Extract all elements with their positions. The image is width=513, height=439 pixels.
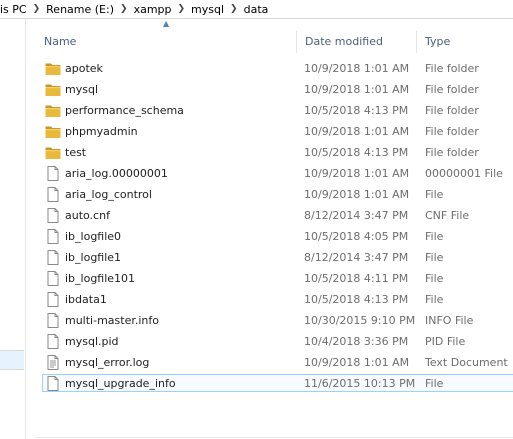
- file-type: File folder: [425, 146, 479, 159]
- navigation-selected-item[interactable]: [0, 350, 24, 370]
- file-date-modified: 10/9/2018 1:01 AM: [304, 83, 410, 96]
- file-date-modified: 10/5/2018 4:05 PM: [304, 230, 409, 243]
- breadcrumb-data[interactable]: data: [241, 3, 272, 16]
- file-date-modified: 10/30/2015 9:10 PM: [304, 314, 416, 327]
- column-header-type[interactable]: Type: [416, 31, 513, 53]
- file-date-modified: 10/5/2018 4:11 PM: [304, 272, 409, 285]
- file-row[interactable]: mysql_error.log 10/9/2018 1:01 AM Text Doc…: [40, 352, 513, 373]
- file-name[interactable]: performance_schema: [65, 100, 184, 121]
- file-name[interactable]: auto.cnf: [65, 205, 110, 226]
- file-date-modified: 11/6/2015 10:13 PM: [304, 377, 416, 390]
- file-row[interactable]: test 10/5/2018 4:13 PM File folder: [40, 142, 513, 163]
- file-type: 00000001 File: [425, 167, 503, 180]
- column-header-name[interactable]: Name: [36, 31, 296, 53]
- file-name[interactable]: multi-master.info: [65, 310, 159, 331]
- file-type: File folder: [425, 83, 479, 96]
- file-type: INFO File: [425, 314, 474, 327]
- breadcrumb-mysql[interactable]: mysql: [188, 3, 227, 16]
- file-date-modified: 10/5/2018 4:13 PM: [304, 293, 409, 306]
- address-bar[interactable]: is PC ❯ Rename (E:) ❯ xampp ❯ mysql ❯ da…: [0, 0, 513, 19]
- file-type: File folder: [425, 62, 479, 75]
- file-icon: [45, 376, 61, 391]
- file-row[interactable]: ib_logfile1 8/12/2014 3:47 PM File: [40, 247, 513, 268]
- file-icon: [45, 250, 61, 265]
- file-name[interactable]: mysql: [65, 79, 98, 100]
- file-row[interactable]: aria_log.00000001 10/9/2018 1:01 AM 000000…: [40, 163, 513, 184]
- file-date-modified: 8/12/2014 3:47 PM: [304, 209, 409, 222]
- file-date-modified: 10/4/2018 3:36 PM: [304, 335, 409, 348]
- navigation-pane[interactable]: [0, 19, 26, 439]
- file-type: Text Document: [425, 356, 508, 369]
- file-name[interactable]: aria_log.00000001: [65, 163, 168, 184]
- chevron-right-icon[interactable]: ❯: [175, 4, 189, 14]
- file-date-modified: 10/9/2018 1:01 AM: [304, 62, 410, 75]
- breadcrumb-this-pc[interactable]: is PC: [0, 3, 30, 16]
- folder-icon: [45, 61, 61, 76]
- file-type: File: [425, 293, 444, 306]
- file-date-modified: 10/5/2018 4:13 PM: [304, 146, 409, 159]
- file-row[interactable]: performance_schema 10/5/2018 4:13 PM File …: [40, 100, 513, 121]
- file-row[interactable]: mysql_upgrade_info 11/6/2015 10:13 PM File: [40, 373, 513, 394]
- file-icon: [45, 229, 61, 244]
- file-name[interactable]: aria_log_control: [65, 184, 152, 205]
- file-type: CNF File: [425, 209, 470, 222]
- sort-ascending-icon: ▲: [163, 19, 170, 28]
- folder-icon: [45, 145, 61, 160]
- file-name[interactable]: test: [65, 142, 86, 163]
- file-name[interactable]: ibdata1: [65, 289, 107, 310]
- file-row[interactable]: phpmyadmin 10/9/2018 1:01 AM File folder: [40, 121, 513, 142]
- file-name[interactable]: mysql_upgrade_info: [65, 373, 176, 394]
- file-type: File: [425, 251, 444, 264]
- file-date-modified: 8/12/2014 3:47 PM: [304, 251, 409, 264]
- file-type: File: [425, 272, 444, 285]
- file-icon: [45, 313, 61, 328]
- file-type: File: [425, 377, 444, 390]
- file-name[interactable]: ib_logfile101: [65, 268, 135, 289]
- file-name[interactable]: ib_logfile0: [65, 226, 121, 247]
- chevron-right-icon[interactable]: ❯: [227, 4, 241, 14]
- file-row[interactable]: multi-master.info 10/30/2015 9:10 PM INFO …: [40, 310, 513, 331]
- file-row[interactable]: mysql 10/9/2018 1:01 AM File folder: [40, 79, 513, 100]
- column-header-date-modified[interactable]: Date modified: [296, 31, 416, 53]
- text-document-icon: [45, 355, 61, 370]
- file-icon: [45, 334, 61, 349]
- file-date-modified: 10/9/2018 1:01 AM: [304, 167, 410, 180]
- file-date-modified: 10/9/2018 1:01 AM: [304, 188, 410, 201]
- file-type: File folder: [425, 125, 479, 138]
- breadcrumb-rename-drive[interactable]: Rename (E:): [43, 3, 117, 16]
- column-header-row: ▲ Name Date modified Type: [36, 19, 513, 57]
- file-icon: [45, 271, 61, 286]
- file-date-modified: 10/9/2018 1:01 AM: [304, 125, 410, 138]
- file-icon: [45, 292, 61, 307]
- file-icon: [45, 187, 61, 202]
- folder-icon: [45, 82, 61, 97]
- file-name[interactable]: mysql_error.log: [65, 352, 149, 373]
- breadcrumb-xampp[interactable]: xampp: [131, 3, 175, 16]
- folder-icon: [45, 124, 61, 139]
- file-name[interactable]: mysql.pid: [65, 331, 119, 352]
- file-row[interactable]: mysql.pid 10/4/2018 3:36 PM PID File: [40, 331, 513, 352]
- chevron-right-icon[interactable]: ❯: [117, 4, 131, 14]
- file-name[interactable]: phpmyadmin: [65, 121, 138, 142]
- file-name[interactable]: ib_logfile1: [65, 247, 121, 268]
- file-icon: [45, 208, 61, 223]
- file-name[interactable]: apotek: [65, 58, 103, 79]
- file-date-modified: 10/9/2018 1:01 AM: [304, 356, 410, 369]
- file-type: PID File: [425, 335, 466, 348]
- file-type: File folder: [425, 104, 479, 117]
- file-row[interactable]: ib_logfile0 10/5/2018 4:05 PM File: [40, 226, 513, 247]
- folder-icon: [45, 103, 61, 118]
- chevron-right-icon[interactable]: ❯: [30, 4, 44, 14]
- file-row[interactable]: apotek 10/9/2018 1:01 AM File folder: [40, 58, 513, 79]
- list-bottom-edge: [36, 437, 513, 438]
- file-list: apotek 10/9/2018 1:01 AM File folder mysql 1…: [40, 58, 513, 394]
- file-row[interactable]: ib_logfile101 10/5/2018 4:11 PM File: [40, 268, 513, 289]
- file-date-modified: 10/5/2018 4:13 PM: [304, 104, 409, 117]
- file-icon: [45, 166, 61, 181]
- file-type: File: [425, 188, 444, 201]
- file-row[interactable]: aria_log_control 10/9/2018 1:01 AM File: [40, 184, 513, 205]
- file-row[interactable]: ibdata1 10/5/2018 4:13 PM File: [40, 289, 513, 310]
- file-type: File: [425, 230, 444, 243]
- file-row[interactable]: auto.cnf 8/12/2014 3:47 PM CNF File: [40, 205, 513, 226]
